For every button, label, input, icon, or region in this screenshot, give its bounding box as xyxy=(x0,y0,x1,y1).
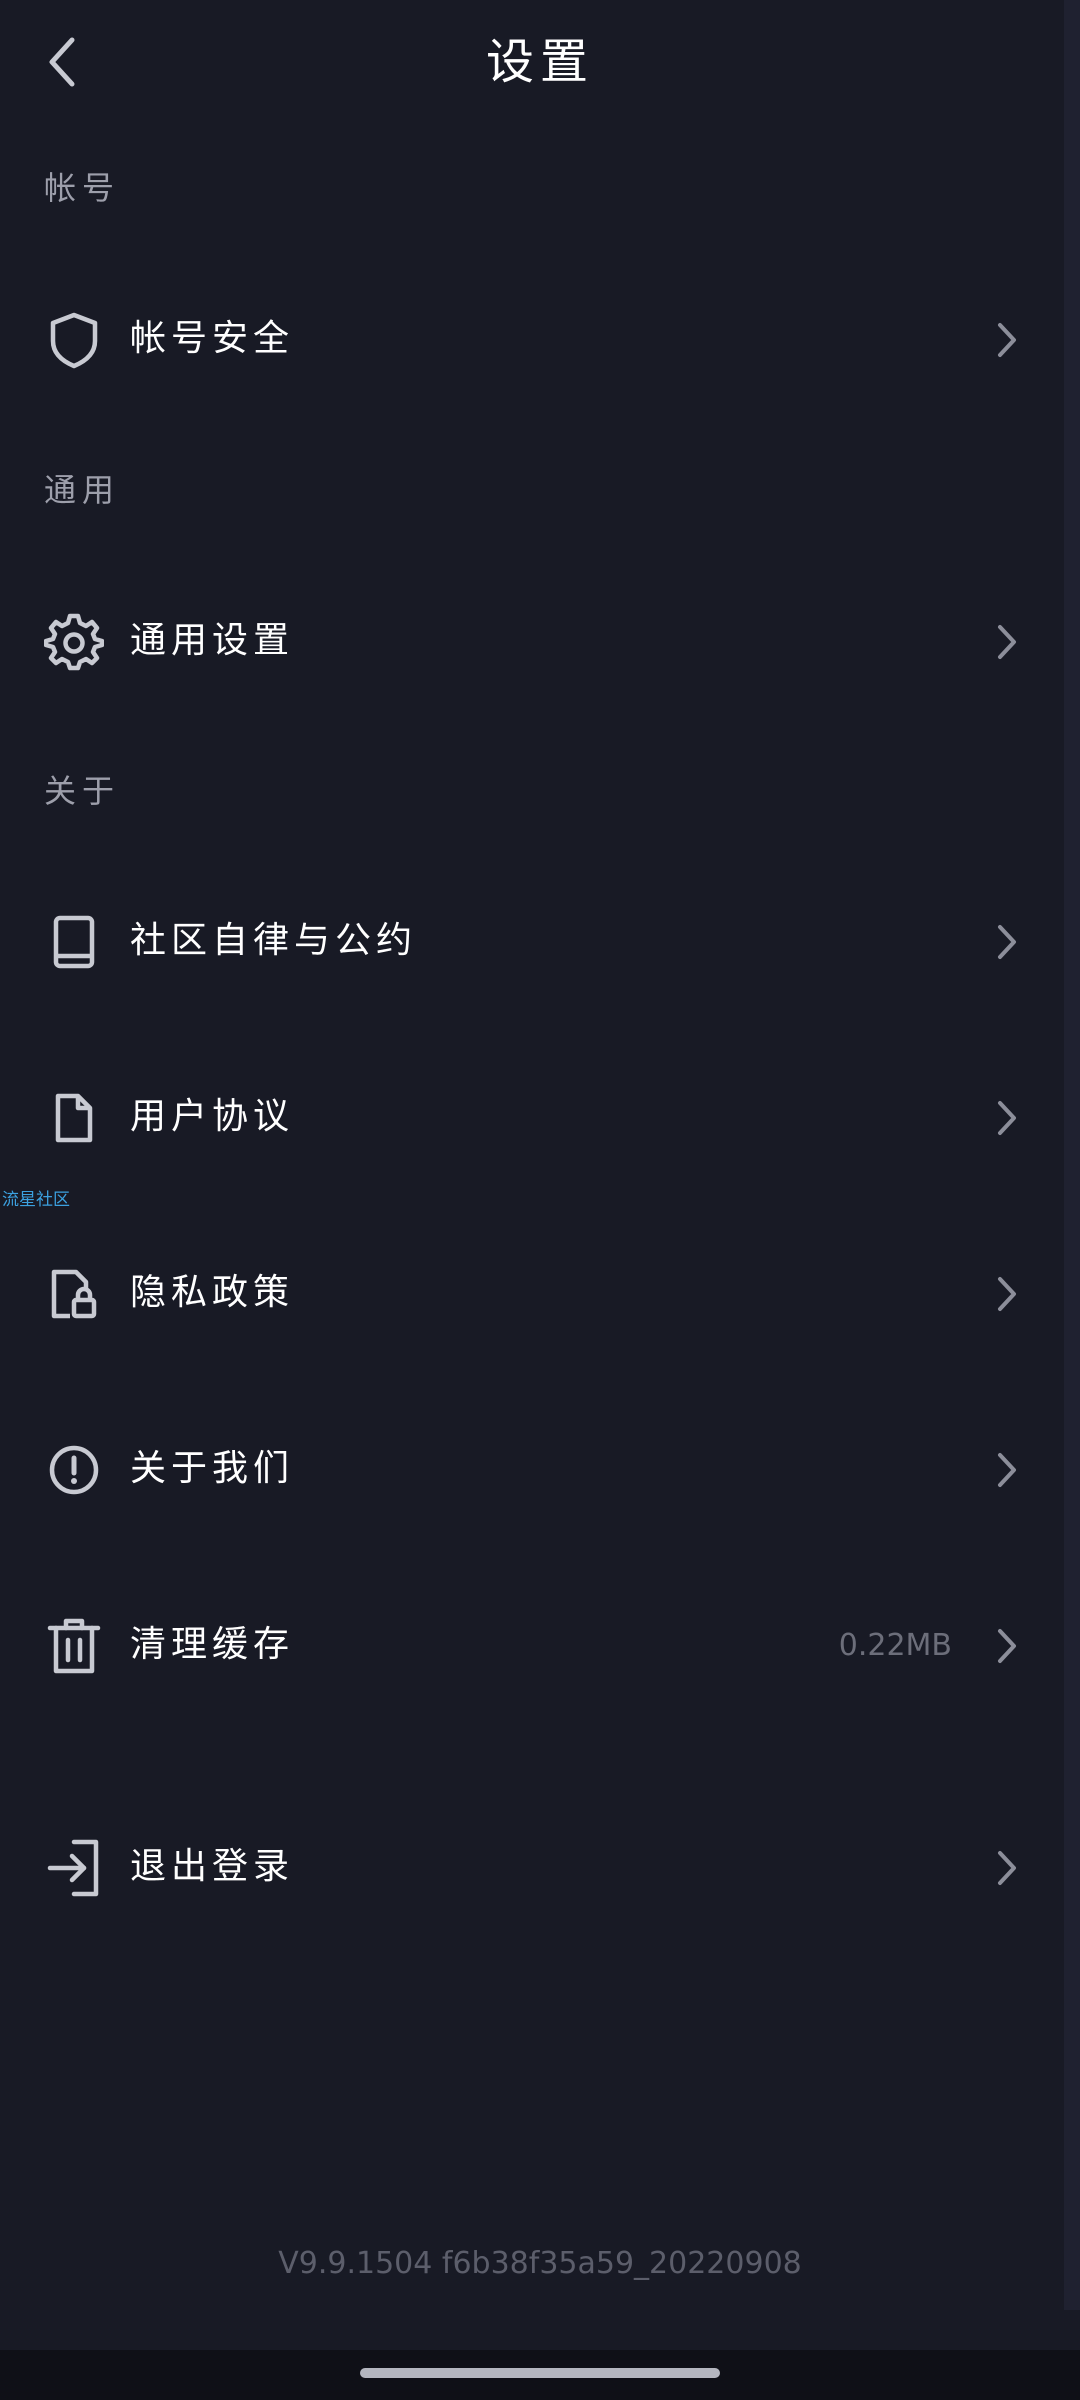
settings-item-label: 通用设置 xyxy=(130,620,295,661)
settings-item-privacy-policy[interactable]: 隐私政策 xyxy=(0,1232,1064,1352)
trash-icon xyxy=(44,1616,104,1676)
settings-item-label: 社区自律与公约 xyxy=(130,920,418,961)
settings-item-account-security[interactable]: 帐号安全 xyxy=(0,278,1064,398)
chevron-right-icon xyxy=(992,1848,1022,1888)
settings-item-clear-cache[interactable]: 清理缓存 0.22MB xyxy=(0,1584,1064,1704)
settings-item-label: 帐号安全 xyxy=(130,318,295,359)
logout-icon xyxy=(44,1838,104,1898)
chevron-right-icon xyxy=(992,1626,1022,1666)
chevron-right-icon xyxy=(992,1098,1022,1138)
settings-item-label: 关于我们 xyxy=(130,1448,295,1489)
section-label-general: 通用 xyxy=(44,471,121,509)
settings-item-user-agreement[interactable]: 用户协议 xyxy=(0,1056,1064,1176)
document-lock-icon xyxy=(44,1264,104,1324)
version-text: V9.9.1504 f6b38f35a59_20220908 xyxy=(278,2246,802,2281)
settings-item-label: 退出登录 xyxy=(130,1846,295,1887)
settings-item-label: 隐私政策 xyxy=(130,1272,295,1313)
gear-icon xyxy=(44,612,104,672)
header: 设置 xyxy=(0,0,1080,126)
system-nav-bar xyxy=(0,2350,1080,2400)
settings-item-about-us[interactable]: 关于我们 xyxy=(0,1408,1064,1528)
section-label-about: 关于 xyxy=(44,772,121,810)
chevron-right-icon xyxy=(992,320,1022,360)
settings-item-general-settings[interactable]: 通用设置 xyxy=(0,580,1064,700)
book-icon xyxy=(44,912,104,972)
right-edge-strip xyxy=(1064,0,1080,2310)
chevron-right-icon xyxy=(992,1274,1022,1314)
settings-item-community-guidelines[interactable]: 社区自律与公约 xyxy=(0,880,1064,1000)
info-circle-icon xyxy=(44,1440,104,1500)
settings-item-label: 清理缓存 xyxy=(130,1624,295,1665)
shield-icon xyxy=(44,310,104,370)
document-icon xyxy=(44,1088,104,1148)
section-label-account: 帐号 xyxy=(44,169,121,207)
watermark-text: 流星社区 xyxy=(2,1190,70,1210)
chevron-right-icon xyxy=(992,922,1022,962)
chevron-right-icon xyxy=(992,1450,1022,1490)
cache-size-value: 0.22MB xyxy=(838,1628,952,1663)
chevron-right-icon xyxy=(992,622,1022,662)
settings-item-logout[interactable]: 退出登录 xyxy=(0,1806,1064,1926)
settings-item-label: 用户协议 xyxy=(130,1096,295,1137)
home-indicator[interactable] xyxy=(360,2368,720,2378)
page-title: 设置 xyxy=(485,34,594,90)
